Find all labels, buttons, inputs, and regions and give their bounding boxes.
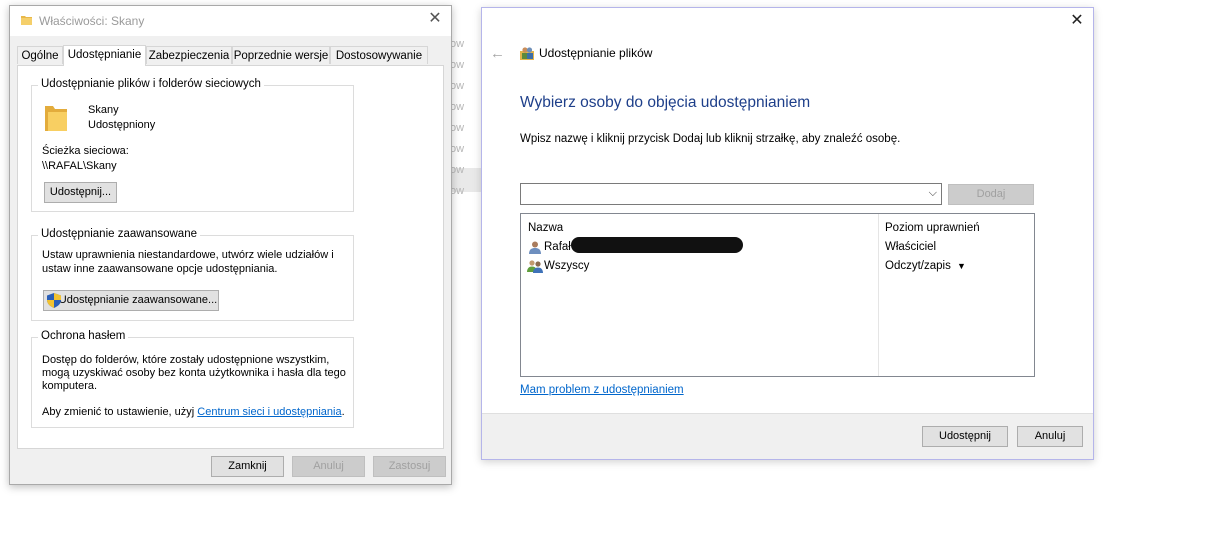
background-text: ow <box>450 143 465 155</box>
background-text: ow <box>450 80 465 92</box>
permission-level: Właściciel <box>885 241 937 253</box>
network-center-link[interactable]: Centrum sieci i udostępniania <box>197 406 341 418</box>
table-row[interactable]: Wszyscy Odczyt/zapis ▼ <box>521 257 1034 276</box>
tab-general[interactable]: Ogólne <box>17 46 63 64</box>
chevron-down-icon[interactable]: ⌵ <box>929 187 937 200</box>
user-icon <box>529 241 541 254</box>
share-name: Skany <box>88 104 119 116</box>
password-desc: Dostęp do folderów, które zostały udostę… <box>42 354 330 366</box>
apply-button[interactable]: Zastosuj <box>373 456 446 477</box>
wizard-instruction: Wpisz nazwę i kliknij przycisk Dodaj lub… <box>520 133 901 145</box>
tab-customize[interactable]: Dostosowywanie <box>330 46 428 64</box>
password-desc: komputera. <box>42 380 98 392</box>
background-explorer-fragment: ow ow ow ow ow ow ow ow <box>448 30 482 200</box>
sharing-help-link[interactable]: Mam problem z udostępnianiem <box>520 384 684 396</box>
advanced-sharing-button-label: Udostępnianie zaawansowane... <box>58 294 218 306</box>
cancel-button[interactable]: Anuluj <box>1017 426 1083 447</box>
group-legend: Ochrona hasłem <box>38 330 129 342</box>
share-state: Udostępniony <box>88 119 156 131</box>
wizard-heading: Wybierz osoby do objęcia udostępnianiem <box>520 94 811 111</box>
permission-level-dropdown[interactable]: Odczyt/zapis ▼ <box>885 260 966 272</box>
change-setting-text: Aby zmienić to ustawienie, użyj Centrum … <box>42 406 345 420</box>
users-group-icon <box>520 47 534 60</box>
user-name: Rafał <box>544 241 571 253</box>
column-header-permission[interactable]: Poziom uprawnień <box>885 222 980 234</box>
properties-titlebar[interactable]: Właściwości: Skany ✕ <box>10 6 451 36</box>
properties-dialog: Właściwości: Skany ✕ Ogólne Udostępniani… <box>9 5 452 485</box>
close-icon[interactable]: ✕ <box>427 11 443 27</box>
users-group-icon <box>527 260 543 273</box>
column-header-name[interactable]: Nazwa <box>528 222 563 234</box>
properties-title: Właściwości: Skany <box>39 14 145 28</box>
background-text: ow <box>450 38 465 50</box>
tab-security[interactable]: Zabezpieczenia <box>146 46 232 64</box>
close-icon[interactable]: ✕ <box>1069 13 1085 29</box>
wizard-header-title: Udostępnianie plików <box>539 46 653 60</box>
background-text: ow <box>450 122 465 134</box>
change-setting-prefix: Aby zmienić to ustawienie, użyj <box>42 406 198 418</box>
advanced-sharing-group: Udostępnianie zaawansowane Ustaw uprawni… <box>31 228 354 321</box>
wizard-footer: Udostępnij Anuluj <box>482 413 1093 459</box>
permission-level: Odczyt/zapis <box>885 260 951 272</box>
table-row[interactable]: Rafał Właściciel <box>521 237 1034 257</box>
uac-shield-icon <box>47 293 61 308</box>
cancel-button[interactable]: Anuluj <box>292 456 365 477</box>
back-arrow-icon[interactable]: ← <box>490 45 505 62</box>
folder-icon <box>45 106 67 131</box>
share-button[interactable]: Udostępnij... <box>44 182 117 203</box>
person-combobox[interactable]: ⌵ <box>520 183 942 205</box>
close-button[interactable]: Zamknij <box>211 456 284 477</box>
background-text: ow <box>450 59 465 71</box>
permissions-table: Nazwa Poziom uprawnień Rafał Właściciel … <box>520 213 1035 377</box>
caret-down-icon[interactable]: ▼ <box>957 261 966 271</box>
file-sharing-dialog: ✕ ← Udostępnianie plików Wybierz osoby d… <box>481 7 1094 460</box>
advanced-sharing-button[interactable]: Udostępnianie zaawansowane... <box>43 290 219 311</box>
add-button[interactable]: Dodaj <box>948 184 1034 205</box>
change-setting-suffix: . <box>341 406 345 418</box>
network-path-label: Ścieżka sieciowa: <box>42 145 129 157</box>
share-confirm-button[interactable]: Udostępnij <box>922 426 1008 447</box>
group-name: Wszyscy <box>544 260 590 272</box>
group-legend: Udostępnianie zaawansowane <box>38 228 200 240</box>
folder-icon <box>21 16 32 25</box>
advanced-sharing-desc: ustaw inne zaawansowane opcje udostępnia… <box>42 263 278 275</box>
password-desc: mogą uzyskiwać osoby bez konta użytkowni… <box>42 367 346 379</box>
network-sharing-group: Udostępnianie plików i folderów sieciowy… <box>31 78 354 212</box>
advanced-sharing-desc: Ustaw uprawnienia niestandardowe, utwórz… <box>42 249 334 261</box>
sharing-tab-panel: Udostępnianie plików i folderów sieciowy… <box>17 65 444 449</box>
background-text: ow <box>450 185 465 197</box>
group-legend: Udostępnianie plików i folderów sieciowy… <box>38 78 264 90</box>
background-text: ow <box>450 164 465 176</box>
network-path-value: \\RAFAL\Skany <box>42 160 117 172</box>
tab-sharing[interactable]: Udostępnianie <box>63 45 146 66</box>
password-protection-group: Ochrona hasłem Dostęp do folderów, które… <box>31 330 354 428</box>
background-text: ow <box>450 101 465 113</box>
redacted-email <box>571 237 743 253</box>
tab-previous-versions[interactable]: Poprzednie wersje <box>232 46 330 64</box>
